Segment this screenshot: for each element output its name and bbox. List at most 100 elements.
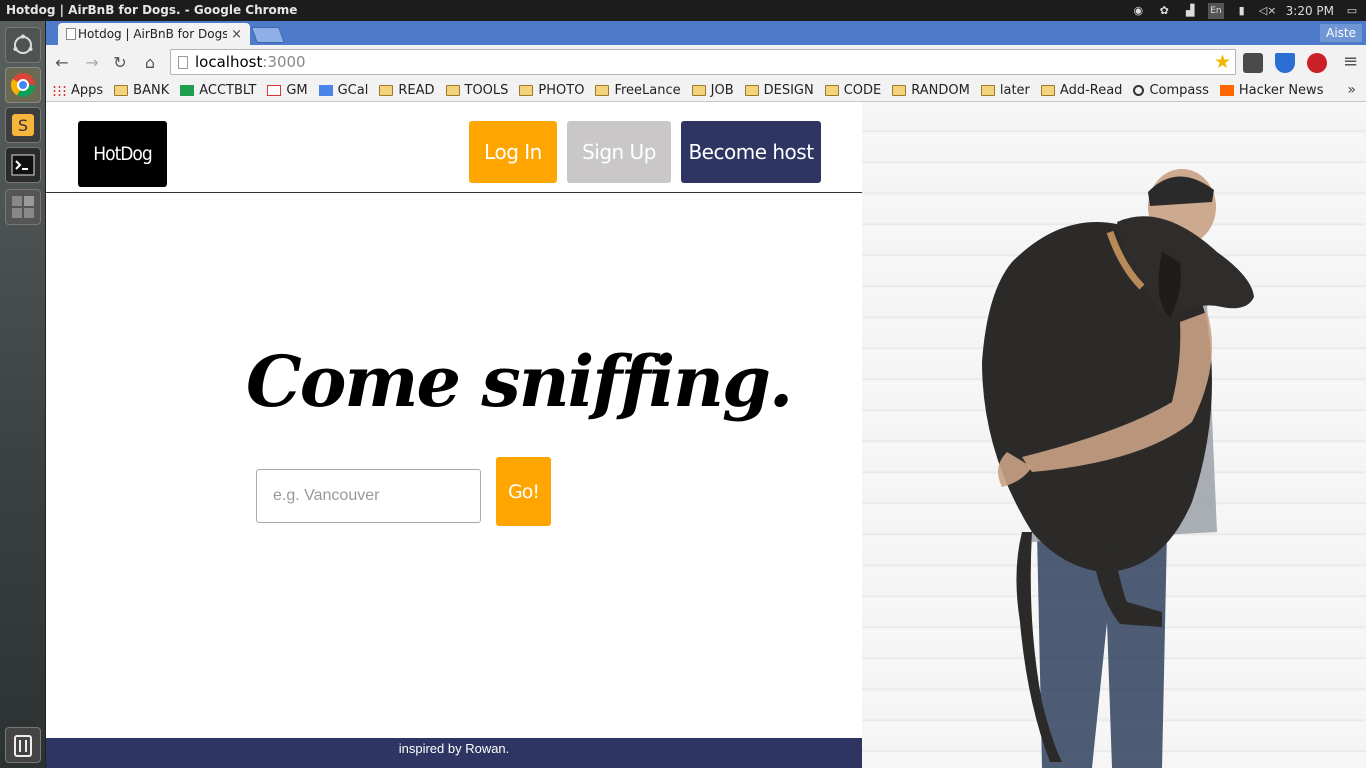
bookmark-folder[interactable]: BANK [114, 83, 169, 98]
lang-icon[interactable]: En [1208, 2, 1224, 19]
bookmark-hacker-news[interactable]: Hacker News [1219, 83, 1323, 98]
bookmark-folder[interactable]: FreeLance [595, 83, 681, 98]
site-logo[interactable]: HotDog [78, 121, 167, 187]
home-icon[interactable]: ⌂ [140, 53, 160, 73]
bookmark-label: Add-Read [1059, 83, 1123, 98]
bookmark-label: CODE [843, 83, 882, 98]
tab-title: Hotdog | AirBnB for Dogs. [78, 27, 228, 41]
calendar-icon [318, 85, 333, 96]
url-host: localhost [195, 53, 263, 71]
hero-photo [862, 102, 1366, 768]
bookmark-folder[interactable]: READ [379, 83, 435, 98]
become-host-button[interactable]: Become host [681, 121, 821, 183]
chrome-launcher-icon[interactable] [5, 67, 41, 103]
clock[interactable]: 3:20 PM [1286, 4, 1334, 18]
bookmark-label: READ [398, 83, 435, 98]
address-bar[interactable]: localhost:3000 ★ [170, 49, 1236, 75]
folder-icon [1040, 85, 1055, 96]
site-footer: inspired by Rowan. [46, 738, 862, 768]
compass-icon [1133, 85, 1145, 96]
apps-grid-icon [52, 85, 66, 96]
login-button[interactable]: Log In [469, 121, 557, 183]
bookmark-label: BANK [133, 83, 170, 98]
bookmark-label: later [999, 83, 1030, 98]
folder-icon [824, 85, 839, 96]
bookmark-label: Apps [71, 83, 104, 98]
page-favicon-icon [66, 28, 76, 40]
bookmark-label: GCal [337, 83, 369, 98]
browser-toolbar: ← → ↻ ⌂ localhost:3000 ★ ≡ [46, 45, 1366, 80]
bookmark-gcal[interactable]: GCal [318, 83, 369, 98]
back-arrow-icon[interactable]: ← [52, 53, 72, 73]
reload-icon[interactable]: ↻ [110, 53, 130, 73]
browser-tab[interactable]: Hotdog | AirBnB for Dogs. × [58, 23, 250, 45]
network-icon[interactable]: ▟ [1182, 3, 1198, 19]
bookmark-folder[interactable]: DESIGN [744, 83, 814, 98]
pidgin-icon[interactable]: ✿ [1156, 3, 1172, 19]
system-tray: ◉ ✿ ▟ En ▮ ◁× 3:20 PM ▭ [1130, 0, 1366, 21]
bookmark-folder[interactable]: later [980, 83, 1030, 98]
sublime-text-icon[interactable]: S [5, 107, 41, 143]
bookmark-folder[interactable]: Add-Read [1040, 83, 1123, 98]
battery-icon[interactable]: ▮ [1234, 3, 1250, 19]
gmail-icon [267, 85, 282, 96]
tab-close-icon[interactable]: × [231, 27, 242, 42]
site-header: HotDog Log In Sign Up Become host [46, 102, 862, 193]
tab-strip: Hotdog | AirBnB for Dogs. × Aiste [46, 21, 1366, 45]
terminal-icon[interactable] [5, 147, 41, 183]
bookmark-label: Compass [1149, 83, 1209, 98]
pinterest-icon[interactable] [1307, 53, 1327, 73]
content-pane: HotDog Log In Sign Up Become host Come s… [46, 102, 862, 768]
bookmark-label: DESIGN [763, 83, 814, 98]
chrome-icon[interactable]: ◉ [1130, 3, 1146, 19]
bookmark-acctblt[interactable]: ACCTBLT [180, 83, 256, 98]
bookmark-folder[interactable]: RANDOM [892, 83, 970, 98]
launcher: S [0, 21, 46, 768]
dash-home-icon[interactable] [5, 27, 41, 63]
profile-button[interactable]: Aiste [1320, 24, 1362, 42]
pocket-icon[interactable] [1243, 53, 1263, 73]
menu-icon[interactable]: ≡ [1343, 51, 1358, 72]
bookmark-label: JOB [710, 83, 734, 98]
bookmark-compass[interactable]: Compass [1133, 83, 1209, 98]
os-top-panel: Hotdog | AirBnB for Dogs. - Google Chrom… [0, 0, 1366, 21]
folder-icon [691, 85, 706, 96]
settings-icon[interactable]: ▭ [1344, 3, 1360, 19]
bookmarks-bar: Apps BANK ACCTBLT GM GCal READ TOOLS PHO… [46, 80, 1366, 102]
signup-button[interactable]: Sign Up [567, 121, 671, 183]
bookmark-folder[interactable]: PHOTO [519, 83, 584, 98]
location-search-input[interactable] [256, 469, 481, 523]
folder-icon [980, 85, 995, 96]
folder-icon [445, 85, 460, 96]
page-viewport: HotDog Log In Sign Up Become host Come s… [46, 102, 1366, 768]
bookmark-folder[interactable]: JOB [691, 83, 734, 98]
bookmark-label: ACCTBLT [199, 83, 257, 98]
forward-arrow-icon[interactable]: → [82, 53, 102, 73]
volume-mute-icon[interactable]: ◁× [1259, 3, 1277, 19]
bookmarks-overflow-icon[interactable]: » [1347, 82, 1356, 98]
go-button[interactable]: Go! [496, 457, 551, 526]
page-icon [178, 56, 188, 69]
svg-text:S: S [18, 116, 28, 135]
folder-icon [892, 85, 907, 96]
bookmark-apps[interactable]: Apps [52, 83, 103, 98]
bookmark-label: GM [286, 83, 308, 98]
folder-icon [114, 85, 129, 96]
new-tab-button[interactable] [251, 27, 285, 43]
ghostery-icon[interactable] [1275, 53, 1295, 73]
hacker-news-icon [1219, 85, 1234, 96]
bookmark-folder[interactable]: TOOLS [445, 83, 509, 98]
hero-title: Come sniffing. [246, 340, 793, 423]
folder-icon [379, 85, 394, 96]
bookmark-label: TOOLS [464, 83, 509, 98]
folder-icon [519, 85, 534, 96]
bookmark-gm[interactable]: GM [267, 83, 308, 98]
trash-icon[interactable] [5, 727, 41, 763]
footer-credit: inspired by Rowan. [398, 741, 510, 756]
bookmark-folder[interactable]: CODE [824, 83, 882, 98]
folder-icon [744, 85, 759, 96]
url-port: :3000 [262, 53, 306, 71]
sheets-icon [180, 85, 195, 96]
bookmark-star-icon[interactable]: ★ [1214, 51, 1231, 73]
workspace-switcher-icon[interactable] [5, 189, 41, 225]
